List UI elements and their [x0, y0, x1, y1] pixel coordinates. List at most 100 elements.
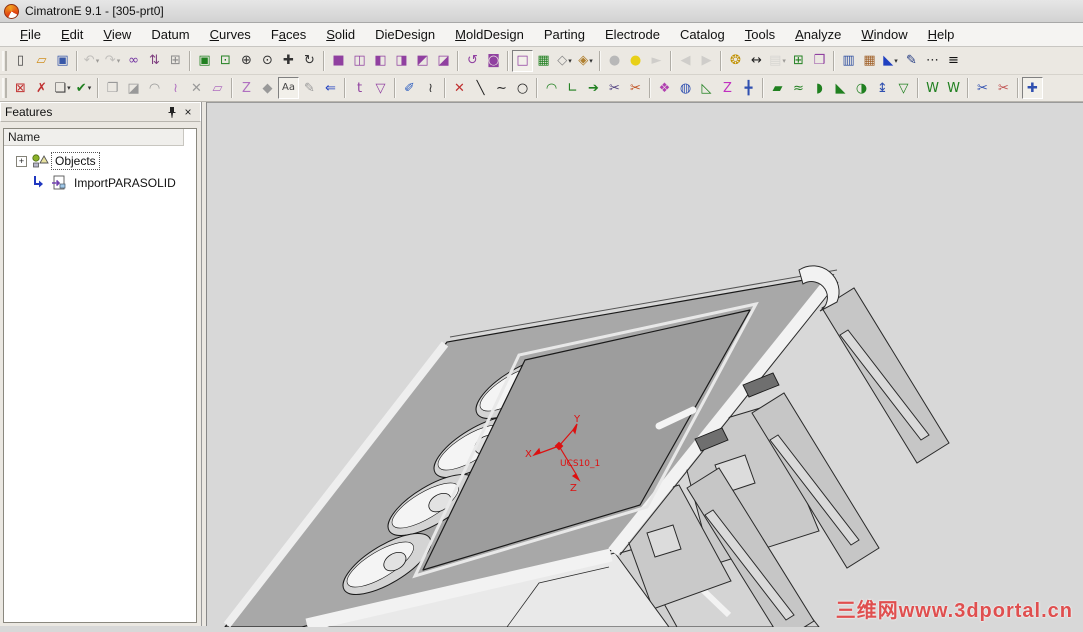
mixed-display-cube-icon[interactable]: ◪	[433, 50, 454, 72]
redo-icon[interactable]: ↷ ▾	[102, 50, 123, 72]
pan-icon[interactable]: ✚	[278, 50, 299, 72]
tree-row-importparasolid[interactable]: ImportPARASOLID	[4, 172, 196, 194]
filter-loops-icon[interactable]: ◠	[144, 77, 165, 99]
zoom-box-icon[interactable]: ⊡	[215, 50, 236, 72]
tree-label-objects[interactable]: Objects	[51, 152, 100, 170]
bulb-pick-icon[interactable]: ►	[646, 50, 667, 72]
surface-fold-icon[interactable]: ◣	[830, 77, 851, 99]
filter-axes-icon[interactable]: Z	[236, 77, 257, 99]
texture-cube-icon[interactable]: ▦	[533, 50, 554, 72]
rotate-view-icon[interactable]: ↻	[299, 50, 320, 72]
shaded-cube-icon[interactable]: ■	[328, 50, 349, 72]
shaded-edges-cube-icon[interactable]: ◨	[391, 50, 412, 72]
line-style-icon[interactable]: ⋯	[922, 50, 943, 72]
revolve-icon[interactable]: ◍	[675, 77, 696, 99]
menu-tools[interactable]: Tools	[735, 25, 785, 44]
menu-diedesign[interactable]: DieDesign	[365, 25, 445, 44]
menu-faces[interactable]: Faces	[261, 25, 316, 44]
view-back-icon[interactable]: ◀	[675, 50, 696, 72]
pin-icon[interactable]	[164, 105, 180, 120]
tree-row-objects[interactable]: + Objects	[4, 150, 196, 172]
menu-help[interactable]: Help	[918, 25, 965, 44]
filter-objects-icon[interactable]: ❐	[102, 77, 123, 99]
pick-order-icon[interactable]: t	[349, 77, 370, 99]
extend-icon[interactable]: ➔	[583, 77, 604, 99]
camera-icon[interactable]: ▤ ▾	[767, 50, 788, 72]
table-blue-icon[interactable]: ▥	[838, 50, 859, 72]
split-red-icon[interactable]: ✂	[993, 77, 1014, 99]
confirm-select-icon[interactable]: ✔ ▾	[73, 77, 94, 99]
new-file-icon[interactable]: ▯	[10, 50, 31, 72]
zoom-in-icon[interactable]: ⊕	[236, 50, 257, 72]
save-icon[interactable]: ▣	[52, 50, 73, 72]
orient-model-icon[interactable]: ↺	[462, 50, 483, 72]
arc-icon[interactable]: ∼	[491, 77, 512, 99]
circle-icon[interactable]: ○	[512, 77, 533, 99]
menu-analyze[interactable]: Analyze	[785, 25, 851, 44]
surface-blend-icon[interactable]: ◗	[809, 77, 830, 99]
extrude-icon[interactable]: ❖	[654, 77, 675, 99]
surface-twist-icon[interactable]: ≈	[788, 77, 809, 99]
filter-points-icon[interactable]: ✕	[186, 77, 207, 99]
line-weight-icon[interactable]: ≡	[943, 50, 964, 72]
filter-back-icon[interactable]: ⇐	[320, 77, 341, 99]
bulb-on-icon[interactable]: ●	[625, 50, 646, 72]
bulb-off-icon[interactable]: ●	[604, 50, 625, 72]
pen-attributes-icon[interactable]: ✎	[901, 50, 922, 72]
section-cube-icon[interactable]: ◈ ▾	[575, 50, 596, 72]
undo-icon[interactable]: ↶ ▾	[81, 50, 102, 72]
menu-molddesign[interactable]: MoldDesign	[445, 25, 534, 44]
filter-curves-icon[interactable]: ≀	[165, 77, 186, 99]
eyeglasses-view-icon[interactable]: ∞	[123, 50, 144, 72]
dynamic-transform-icon[interactable]: ✚	[1022, 77, 1043, 99]
sketcher-icon[interactable]: ✐	[399, 77, 420, 99]
menu-view[interactable]: View	[93, 25, 141, 44]
trim-icon[interactable]: ✂	[604, 77, 625, 99]
purge-icon[interactable]: ⊞	[165, 50, 186, 72]
box-select-icon[interactable]: ❏ ▾	[52, 77, 73, 99]
filter-sketches-icon[interactable]: ✎	[299, 77, 320, 99]
split-blue-icon[interactable]: ✂	[972, 77, 993, 99]
surface-funnel-icon[interactable]: ▽	[893, 77, 914, 99]
viewport-3d[interactable]: X Y Z UCS10_1 三维网www.3dportal.cn	[207, 102, 1083, 632]
toolbar-drag-handle[interactable]	[2, 50, 7, 71]
fit-screen-icon[interactable]: ▣	[194, 50, 215, 72]
filter-text-icon[interactable]: Aa	[278, 77, 299, 99]
expand-toggle-icon[interactable]: +	[16, 155, 27, 167]
surface-drive-icon[interactable]: ▰	[767, 77, 788, 99]
tree-label-importparasolid[interactable]: ImportPARASOLID	[71, 175, 179, 191]
corner-icon[interactable]: ∟	[562, 77, 583, 99]
catalog-cube-icon[interactable]: ❒	[809, 50, 830, 72]
curves-menu-icon[interactable]: ≀	[420, 77, 441, 99]
hidden-line-cube-icon[interactable]: ◧	[370, 50, 391, 72]
magnifier-icon[interactable]: ⊙	[257, 50, 278, 72]
unstitch-icon[interactable]: W	[943, 77, 964, 99]
new-template-icon[interactable]: ⊞	[788, 50, 809, 72]
table-brown-icon[interactable]: ▦	[859, 50, 880, 72]
close-panel-button[interactable]: ×	[180, 105, 196, 120]
measure-icon[interactable]: ↔	[746, 50, 767, 72]
view-forward-icon[interactable]: ▶	[696, 50, 717, 72]
surface-extend-icon[interactable]: ↨	[872, 77, 893, 99]
plain-cube-icon[interactable]: ◇ ▾	[554, 50, 575, 72]
wireframe-cube-icon[interactable]: ◫	[349, 50, 370, 72]
selection-funnel-icon[interactable]: ▽	[370, 77, 391, 99]
fill-color-icon[interactable]: ◣ ▾	[880, 50, 901, 72]
unselect-all-icon[interactable]: ✗	[31, 77, 52, 99]
open-folder-icon[interactable]: ▱	[31, 50, 52, 72]
transparent-cube-icon[interactable]: ◩	[412, 50, 433, 72]
pipe-icon[interactable]: ╋	[738, 77, 759, 99]
display-box-icon[interactable]: □	[512, 49, 533, 72]
menu-solid[interactable]: Solid	[316, 25, 365, 44]
filter-faces-icon[interactable]: ◪	[123, 77, 144, 99]
plane-icon[interactable]: ◺	[696, 77, 717, 99]
filter-composites-icon[interactable]: ▱	[207, 77, 228, 99]
menu-catalog[interactable]: Catalog	[670, 25, 735, 44]
menu-electrode[interactable]: Electrode	[595, 25, 670, 44]
point-icon[interactable]: ✕	[449, 77, 470, 99]
fillet-icon[interactable]: ◠	[541, 77, 562, 99]
menu-edit[interactable]: Edit	[51, 25, 93, 44]
menu-datum[interactable]: Datum	[141, 25, 199, 44]
snapshot-icon[interactable]: ◙	[483, 50, 504, 72]
toolbar-drag-handle[interactable]	[2, 78, 7, 98]
